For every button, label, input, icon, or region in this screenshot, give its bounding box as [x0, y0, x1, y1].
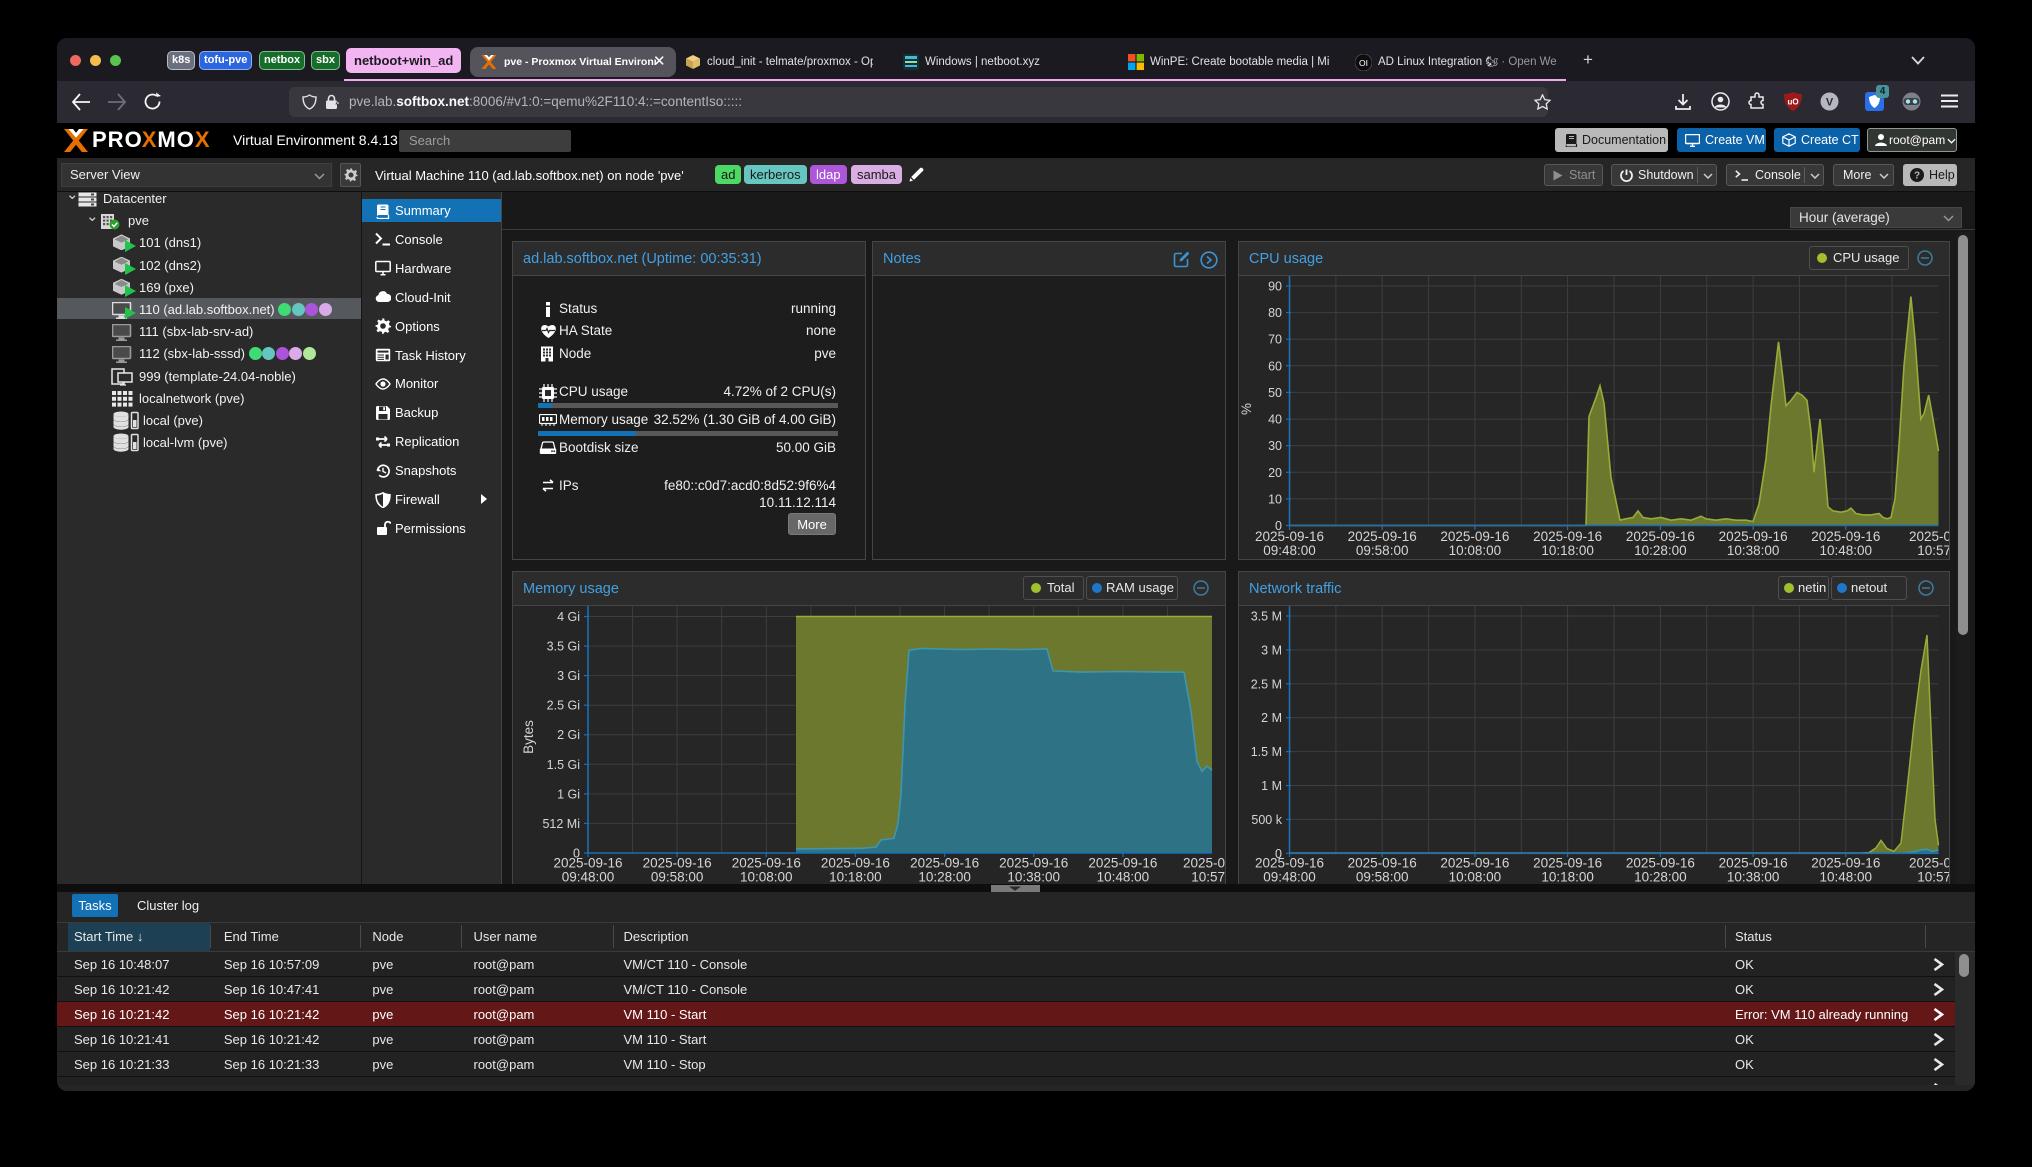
- svg-text:2025-09-16: 2025-09-16: [821, 856, 890, 871]
- svg-text:2025-09-16: 2025-09-16: [643, 856, 712, 871]
- svg-text:3 M: 3 M: [1261, 643, 1282, 657]
- svg-text:10: 10: [1268, 492, 1282, 506]
- svg-text:10:38:00: 10:38:00: [1007, 870, 1060, 885]
- svg-text:10:18:00: 10:18:00: [829, 870, 882, 885]
- svg-text:2025-09-16: 2025-09-16: [999, 856, 1068, 871]
- svg-text:2025-09-16: 2025-09-16: [1440, 856, 1509, 871]
- svg-text:2025-09-16: 2025-09-16: [553, 856, 622, 871]
- svg-text:2025-09-16: 2025-09-16: [1626, 856, 1695, 871]
- svg-text:09:48:00: 09:48:00: [1263, 870, 1316, 885]
- svg-text:10:08:00: 10:08:00: [1449, 543, 1502, 558]
- svg-text:2025-0: 2025-0: [1909, 529, 1949, 544]
- svg-text:10:57: 10:57: [1191, 870, 1225, 885]
- svg-text:70: 70: [1268, 333, 1282, 347]
- svg-text:10:38:00: 10:38:00: [1727, 870, 1780, 885]
- svg-text:2025-09-16: 2025-09-16: [1811, 529, 1880, 544]
- svg-text:2025-09-16: 2025-09-16: [1626, 529, 1695, 544]
- svg-text:09:58:00: 09:58:00: [651, 870, 704, 885]
- svg-text:2025-0: 2025-0: [1183, 856, 1225, 871]
- svg-text:10:38:00: 10:38:00: [1727, 543, 1780, 558]
- svg-text:09:48:00: 09:48:00: [1263, 543, 1316, 558]
- svg-text:4 Gi: 4 Gi: [557, 610, 580, 624]
- svg-text:1.5 Gi: 1.5 Gi: [547, 758, 580, 772]
- svg-text:3 Gi: 3 Gi: [557, 669, 580, 683]
- svg-text:60: 60: [1268, 359, 1282, 373]
- svg-text:40: 40: [1268, 413, 1282, 427]
- svg-text:uO: uO: [1787, 98, 1798, 107]
- svg-text:1 Gi: 1 Gi: [557, 787, 580, 801]
- svg-text:2025-09-16: 2025-09-16: [1440, 529, 1509, 544]
- svg-text:3.5 M: 3.5 M: [1251, 610, 1282, 624]
- svg-text:10:57: 10:57: [1917, 870, 1949, 885]
- svg-text:Bytes: Bytes: [521, 720, 536, 754]
- svg-text:10:28:00: 10:28:00: [1634, 543, 1687, 558]
- svg-text:10:18:00: 10:18:00: [1541, 870, 1594, 885]
- svg-text:10:08:00: 10:08:00: [740, 870, 793, 885]
- svg-text:1.5 M: 1.5 M: [1251, 745, 1282, 759]
- svg-text:2025-09-16: 2025-09-16: [910, 856, 979, 871]
- svg-text:90: 90: [1268, 280, 1282, 294]
- svg-text:20: 20: [1268, 466, 1282, 480]
- svg-text:?: ?: [1914, 171, 1920, 182]
- svg-text:2025-09-16: 2025-09-16: [1255, 529, 1324, 544]
- svg-text:512 Mi: 512 Mi: [542, 817, 580, 831]
- svg-text:10:18:00: 10:18:00: [1541, 543, 1594, 558]
- svg-text:2.5 M: 2.5 M: [1251, 677, 1282, 691]
- svg-text:%: %: [1239, 403, 1254, 415]
- svg-text:10:48:00: 10:48:00: [1820, 870, 1873, 885]
- svg-text:2025-09-16: 2025-09-16: [1719, 529, 1788, 544]
- svg-text:2025-09-16: 2025-09-16: [1811, 856, 1880, 871]
- svg-text:500 k: 500 k: [1251, 813, 1282, 827]
- svg-text:2025-09-16: 2025-09-16: [1348, 856, 1417, 871]
- svg-text:09:58:00: 09:58:00: [1356, 870, 1409, 885]
- svg-text:2025-09-16: 2025-09-16: [1533, 856, 1602, 871]
- svg-text:2025-09-16: 2025-09-16: [1088, 856, 1157, 871]
- svg-text:50: 50: [1268, 386, 1282, 400]
- svg-text:09:58:00: 09:58:00: [1356, 543, 1409, 558]
- svg-text:2025-0: 2025-0: [1909, 856, 1949, 871]
- svg-text:10:57: 10:57: [1917, 543, 1949, 558]
- svg-text:80: 80: [1268, 306, 1282, 320]
- svg-text:3.5 Gi: 3.5 Gi: [547, 640, 580, 654]
- svg-text:09:48:00: 09:48:00: [562, 870, 615, 885]
- svg-text:30: 30: [1268, 439, 1282, 453]
- svg-text:10:08:00: 10:08:00: [1449, 870, 1502, 885]
- svg-text:1 M: 1 M: [1261, 779, 1282, 793]
- svg-text:10:28:00: 10:28:00: [918, 870, 971, 885]
- svg-text:2.5 Gi: 2.5 Gi: [547, 699, 580, 713]
- svg-text:2025-09-16: 2025-09-16: [732, 856, 801, 871]
- svg-text:V: V: [1826, 97, 1834, 109]
- svg-text:2025-09-16: 2025-09-16: [1719, 856, 1788, 871]
- svg-text:2 M: 2 M: [1261, 711, 1282, 725]
- svg-text:2 Gi: 2 Gi: [557, 728, 580, 742]
- svg-text:2025-09-16: 2025-09-16: [1533, 529, 1602, 544]
- svg-text:OI: OI: [1359, 58, 1368, 68]
- svg-text:2025-09-16: 2025-09-16: [1348, 529, 1417, 544]
- svg-text:10:48:00: 10:48:00: [1820, 543, 1873, 558]
- svg-text:10:48:00: 10:48:00: [1097, 870, 1150, 885]
- svg-text:2025-09-16: 2025-09-16: [1255, 856, 1324, 871]
- svg-text:10:28:00: 10:28:00: [1634, 870, 1687, 885]
